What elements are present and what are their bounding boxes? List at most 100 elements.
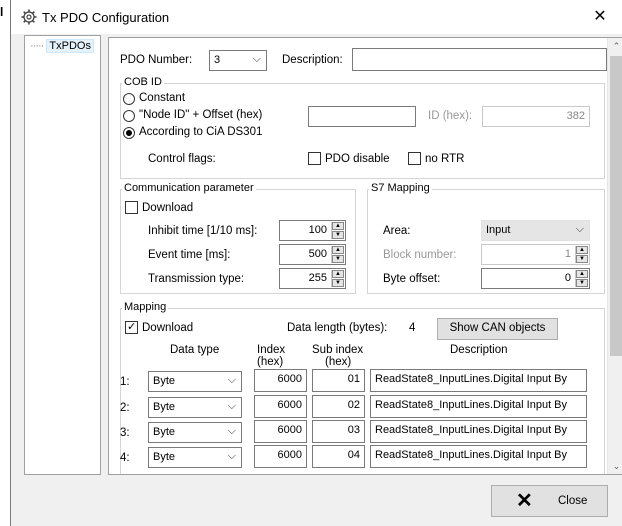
vertical-scrollbar[interactable]: ⌃ ⌄: [607, 38, 622, 474]
block-number-input: 1 ▲ ▼: [481, 244, 590, 265]
according-ds301-label: According to CiA DS301: [139, 126, 263, 138]
scrollbar-thumb[interactable]: [610, 56, 622, 356]
area-select[interactable]: Input ⌵: [481, 220, 590, 241]
event-time-spinner[interactable]: ▲ ▼: [331, 246, 344, 263]
index-input[interactable]: 6000: [254, 445, 307, 468]
data-type-select[interactable]: Byte ⌵: [148, 397, 242, 418]
data-type-value: Byte: [153, 401, 176, 413]
transmission-type-spinner[interactable]: ▲ ▼: [331, 270, 344, 287]
pdo-tree: ····· TxPDOs: [24, 35, 101, 475]
data-type-select[interactable]: Byte ⌵: [148, 447, 242, 468]
col-description: Description: [450, 344, 508, 356]
pdo-disable-label: PDO disable: [325, 153, 390, 165]
constant-label: Constant: [139, 92, 186, 104]
inhibit-time-value: 100: [308, 224, 327, 236]
data-length-value: 4: [409, 322, 416, 334]
description-row-input[interactable]: ReadState8_InputLines.Digital Input By: [370, 420, 587, 443]
id-hex-input: 382: [482, 106, 590, 127]
mapping-group-label: Mapping: [122, 301, 169, 313]
index-input[interactable]: 6000: [254, 369, 307, 392]
tree-item-txpdos[interactable]: ····· TxPDOs: [30, 39, 94, 53]
description-row-input[interactable]: ReadState8_InputLines.Digital Input By: [370, 395, 587, 418]
close-button[interactable]: ✕ Close: [491, 485, 608, 517]
event-time-label: Event time [ms]:: [148, 249, 231, 261]
index-input[interactable]: 6000: [254, 420, 307, 443]
close-window-icon[interactable]: ✕: [590, 6, 610, 26]
mapping-download-label: Download: [142, 322, 194, 334]
subindex-input[interactable]: 03: [312, 420, 365, 443]
description-row-input[interactable]: ReadState8_InputLines.Digital Input By: [370, 445, 587, 468]
data-type-select[interactable]: Byte ⌵: [148, 422, 242, 443]
subindex-input[interactable]: 02: [312, 395, 365, 418]
row-number: 1:: [120, 376, 130, 388]
no-rtr-checkbox[interactable]: [408, 152, 421, 165]
offset-input[interactable]: [308, 106, 416, 127]
pdo-disable-checkbox[interactable]: [308, 152, 321, 165]
block-number-value: 1: [564, 248, 571, 260]
comm-download-label: Download: [142, 202, 194, 214]
description-label: Description:: [282, 54, 343, 66]
data-type-value: Byte: [153, 375, 176, 387]
cob-id-group-label: COB ID: [122, 76, 164, 88]
id-hex-label: ID (hex):: [428, 110, 473, 122]
inhibit-time-spinner[interactable]: ▲ ▼: [331, 222, 344, 239]
row-number: 2:: [120, 402, 130, 414]
data-type-select[interactable]: Byte ⌵: [148, 371, 242, 392]
index-input[interactable]: 6000: [254, 395, 307, 418]
transmission-type-label: Transmission type:: [148, 273, 245, 285]
scroll-down-icon[interactable]: ⌄: [608, 458, 622, 474]
block-number-spinner: ▲ ▼: [575, 246, 588, 263]
pdo-number-value: 3: [214, 54, 221, 66]
chevron-down-icon: ⌵: [575, 223, 584, 235]
comm-download-checkbox[interactable]: [125, 201, 138, 214]
byte-offset-label: Byte offset:: [383, 273, 441, 285]
config-panel: PDO Number: 3 ⌵ Description: COB ID Cons…: [108, 37, 622, 475]
dialog-window: Tx PDO Configuration ✕ ····· TxPDOs PDO …: [10, 0, 622, 526]
description-row-input[interactable]: ReadState8_InputLines.Digital Input By: [370, 369, 587, 392]
byte-offset-input[interactable]: 0 ▲ ▼: [481, 268, 590, 289]
event-time-input[interactable]: 500 ▲ ▼: [279, 244, 346, 265]
data-type-value: Byte: [153, 426, 176, 438]
col-subindex: Sub index: [312, 344, 364, 356]
scroll-up-icon[interactable]: ⌃: [608, 38, 622, 54]
chevron-down-icon: ⌵: [227, 400, 236, 412]
chevron-down-icon: ⌵: [227, 374, 236, 386]
description-input[interactable]: [352, 48, 607, 71]
inhibit-time-input[interactable]: 100 ▲ ▼: [279, 220, 346, 241]
pdo-number-label: PDO Number:: [120, 54, 193, 66]
data-length-label: Data length (bytes):: [287, 322, 388, 334]
data-type-value: Byte: [153, 451, 176, 463]
row-number: 4:: [120, 452, 130, 464]
mapping-download-checkbox[interactable]: [125, 320, 138, 334]
block-number-label: Block number:: [383, 249, 457, 261]
title-bar: Tx PDO Configuration ✕: [11, 0, 622, 34]
chevron-down-icon: ⌵: [227, 425, 236, 437]
col-subindex-hex: (hex): [325, 356, 352, 368]
byte-offset-value: 0: [564, 272, 571, 284]
inhibit-time-label: Inhibit time [1/10 ms]:: [148, 225, 258, 237]
radio-constant[interactable]: [123, 93, 135, 105]
radio-node-id-offset[interactable]: [123, 110, 135, 122]
chevron-down-icon: ⌵: [252, 53, 261, 65]
transmission-type-value: 255: [308, 272, 327, 284]
subindex-input[interactable]: 01: [312, 369, 365, 392]
area-value: Input: [486, 224, 511, 236]
node-id-offset-label: "Node ID" + Offset (hex): [139, 109, 263, 121]
row-number: 3:: [120, 427, 130, 439]
close-icon: ✕: [516, 490, 533, 512]
background-window-edge: l: [0, 5, 4, 19]
communication-group-label: Communication parameter: [122, 182, 256, 194]
show-can-objects-button[interactable]: Show CAN objects: [437, 318, 558, 340]
subindex-input[interactable]: 04: [312, 445, 365, 468]
byte-offset-spinner[interactable]: ▲ ▼: [575, 270, 588, 287]
col-data-type: Data type: [170, 344, 220, 356]
radio-according-ds301[interactable]: [123, 127, 135, 139]
close-button-label: Close: [558, 495, 588, 507]
control-flags-label: Control flags:: [148, 153, 216, 165]
no-rtr-label: no RTR: [425, 153, 465, 165]
tree-item-label: TxPDOs: [46, 39, 94, 53]
area-label: Area:: [383, 225, 411, 237]
pdo-number-select[interactable]: 3 ⌵: [209, 50, 267, 71]
col-index: Index: [257, 344, 286, 356]
transmission-type-input[interactable]: 255 ▲ ▼: [279, 268, 346, 289]
